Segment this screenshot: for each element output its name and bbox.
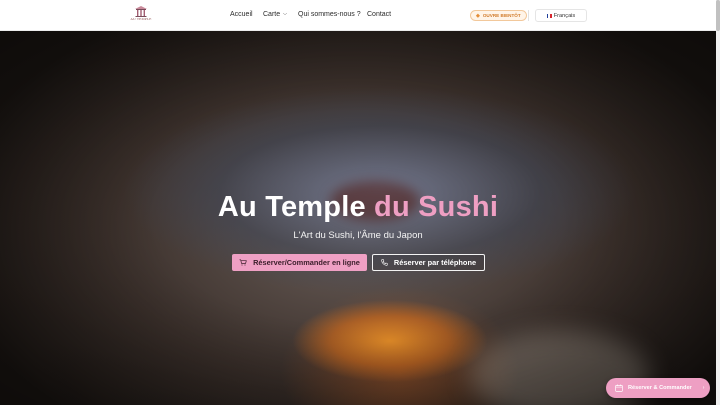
opening-status-badge: ◈ OUVRE BIENTÔT <box>470 10 527 21</box>
order-online-label: Réserver/Commander en ligne <box>253 258 360 267</box>
hero-title: Au Temple du Sushi <box>0 191 716 224</box>
nav-item-qui-sommes-nous[interactable]: Qui sommes-nous ? <box>298 11 361 18</box>
reserve-order-fab-label: Réserver & Commander <box>628 385 692 391</box>
clock-icon: ◈ <box>476 12 480 19</box>
calendar-icon <box>615 384 623 392</box>
chevron-right-icon: › <box>702 385 705 391</box>
language-label: Français <box>553 12 576 19</box>
temple-logo-icon <box>135 6 147 17</box>
reserve-order-fab[interactable]: Réserver & Commander › <box>606 378 710 398</box>
call-to-reserve-label: Réserver par téléphone <box>393 258 477 267</box>
site-header: AU TEMPLE Accueil Carte ⌵ Qui sommes-nous… <box>0 0 716 31</box>
page-scrollbar[interactable] <box>716 0 720 405</box>
cart-icon <box>239 259 247 266</box>
hero-subtitle: L'Art du Sushi, l'Âme du Japon <box>293 230 423 241</box>
nav-item-contact[interactable]: Contact <box>367 11 391 18</box>
phone-icon <box>381 259 388 266</box>
hero-title-accent: du Sushi <box>374 191 499 223</box>
logo-text: AU TEMPLE <box>130 17 152 21</box>
hero-title-main: Au Temple <box>217 191 366 223</box>
language-selector[interactable]: Français <box>535 9 587 22</box>
brand-logo[interactable]: AU TEMPLE <box>130 5 152 25</box>
call-to-reserve-button[interactable]: Réserver par téléphone <box>372 254 485 271</box>
french-flag-icon <box>546 13 552 18</box>
nav-item-carte-label: Carte <box>263 11 281 18</box>
scrollbar-thumb[interactable] <box>716 0 720 31</box>
nav-item-accueil[interactable]: Accueil <box>230 11 253 18</box>
chevron-down-icon: ⌵ <box>283 11 287 17</box>
header-divider <box>528 10 529 21</box>
order-online-button[interactable]: Réserver/Commander en ligne <box>232 254 367 271</box>
nav-item-carte[interactable]: Carte ⌵ <box>263 11 287 18</box>
hero-section: Au Temple du Sushi L'Art du Sushi, l'Âme… <box>0 31 716 405</box>
opening-status-label: OUVRE BIENTÔT <box>482 13 521 18</box>
